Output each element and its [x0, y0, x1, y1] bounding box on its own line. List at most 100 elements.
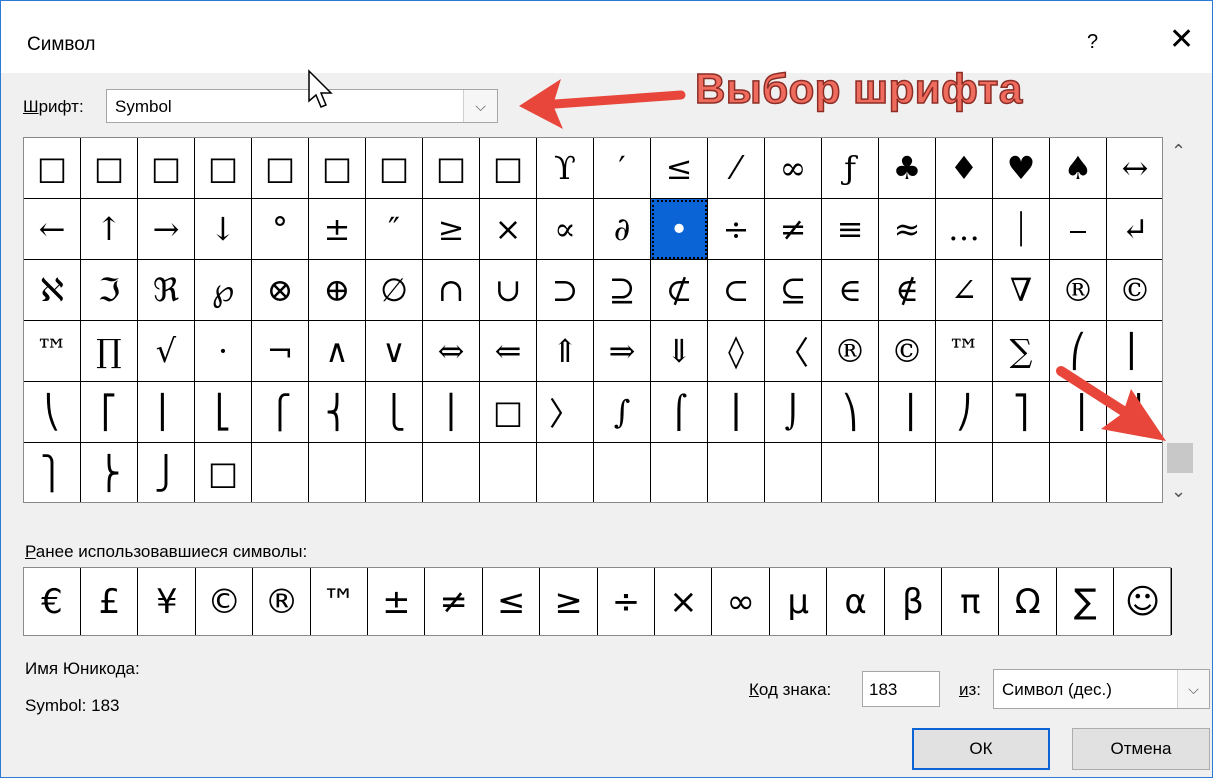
symbol-cell[interactable]: ♥ — [993, 138, 1050, 199]
symbol-cell[interactable]: © — [879, 321, 936, 382]
from-select[interactable]: Символ (дес.) ⌵ — [993, 669, 1210, 709]
recent-symbol-cell[interactable]: ≥ — [541, 568, 598, 635]
symbol-cell[interactable]: □ — [480, 382, 537, 443]
symbol-cell[interactable]: ∂ — [594, 199, 651, 260]
symbol-cell[interactable]: ⌠ — [651, 382, 708, 443]
symbol-cell[interactable] — [879, 443, 936, 502]
symbol-cell[interactable] — [309, 443, 366, 502]
symbol-cell[interactable]: ™ — [936, 321, 993, 382]
symbol-cell[interactable]: ⎣ — [195, 382, 252, 443]
symbol-cell[interactable]: ∇ — [993, 260, 1050, 321]
symbol-cell[interactable]: □ — [81, 138, 138, 199]
recent-symbol-cell[interactable]: µ — [770, 568, 828, 635]
symbol-cell[interactable]: ← — [24, 199, 81, 260]
recent-symbol-cell[interactable]: Ω — [1000, 568, 1057, 635]
symbol-cell[interactable]: ∝ — [537, 199, 594, 260]
symbol-cell[interactable]: ⊇ — [594, 260, 651, 321]
symbol-cell[interactable]: → — [138, 199, 195, 260]
symbol-cell[interactable] — [651, 443, 708, 502]
symbol-cell[interactable]: ƒ — [822, 138, 879, 199]
font-select[interactable]: Symbol ⌵ — [106, 89, 498, 123]
recent-symbol-cell[interactable]: ∑ — [1057, 568, 1115, 635]
symbol-cell[interactable]: ⎩ — [366, 382, 423, 443]
symbol-cell[interactable]: ′ — [594, 138, 651, 199]
symbol-cell[interactable] — [936, 443, 993, 502]
char-code-input[interactable]: 183 — [862, 671, 940, 707]
scrollbar-thumb[interactable] — [1167, 443, 1193, 473]
recent-symbol-cell[interactable]: € — [24, 568, 81, 635]
symbol-cell[interactable] — [993, 443, 1050, 502]
symbol-cell[interactable]: ∈ — [822, 260, 879, 321]
symbol-cell[interactable]: ⎮ — [708, 382, 765, 443]
symbol-cell[interactable]: ≈ — [879, 199, 936, 260]
symbol-cell[interactable]: ″ — [366, 199, 423, 260]
symbol-cell[interactable]: ⎭ — [138, 443, 195, 502]
symbol-cell[interactable]: ™ — [24, 321, 81, 382]
symbol-cell[interactable] — [1050, 443, 1107, 502]
symbol-cell[interactable]: ≥ — [423, 199, 480, 260]
symbol-cell[interactable]: ℑ — [81, 260, 138, 321]
recent-symbol-cell[interactable]: ¥ — [139, 568, 196, 635]
symbol-cell[interactable]: ¬ — [252, 321, 309, 382]
symbol-cell[interactable]: ℘ — [195, 260, 252, 321]
symbol-cell[interactable]: ≤ — [651, 138, 708, 199]
symbol-cell[interactable]: ⎪ — [423, 382, 480, 443]
symbol-cell[interactable]: ⇑ — [537, 321, 594, 382]
symbol-cell[interactable]: ⎜ — [1107, 321, 1162, 382]
symbol-cell[interactable]: ⎧ — [252, 382, 309, 443]
symbol-cell[interactable] — [594, 443, 651, 502]
symbol-cell[interactable] — [765, 443, 822, 502]
symbol-cell[interactable]: □ — [195, 443, 252, 502]
help-button[interactable]: ? — [1087, 31, 1098, 54]
symbol-cell[interactable]: ⊄ — [651, 260, 708, 321]
symbol-cell[interactable]: ∩ — [423, 260, 480, 321]
symbol-cell[interactable]: ℜ — [138, 260, 195, 321]
symbol-cell[interactable]: ⇒ — [594, 321, 651, 382]
symbol-cell[interactable]: × — [480, 199, 537, 260]
symbol-cell[interactable] — [822, 443, 879, 502]
scroll-down-icon[interactable]: ⌄ — [1171, 481, 1186, 502]
cancel-button[interactable]: Отмена — [1072, 728, 1210, 770]
symbol-cell[interactable]: ↵ — [1107, 199, 1162, 260]
symbol-cell[interactable]: ⊃ — [537, 260, 594, 321]
recent-symbol-cell[interactable]: ® — [254, 568, 311, 635]
symbol-cell[interactable]: ≠ — [765, 199, 822, 260]
symbol-cell[interactable]: ± — [309, 199, 366, 260]
symbol-cell[interactable]: ⊂ — [708, 260, 765, 321]
symbol-cell[interactable]: 〈 — [765, 321, 822, 382]
recent-symbol-cell[interactable]: © — [196, 568, 254, 635]
symbol-cell[interactable]: □ — [24, 138, 81, 199]
symbol-cell[interactable]: ∫ — [594, 382, 651, 443]
symbol-cell[interactable] — [1107, 443, 1162, 502]
symbol-cell[interactable]: 〉 — [537, 382, 594, 443]
symbol-cell[interactable]: ∞ — [765, 138, 822, 199]
symbol-cell[interactable]: ∅ — [366, 260, 423, 321]
symbol-cell[interactable]: ϒ — [537, 138, 594, 199]
symbol-cell[interactable] — [366, 443, 423, 502]
symbol-cell[interactable]: ⇔ — [423, 321, 480, 382]
symbol-cell[interactable]: ⎡ — [81, 382, 138, 443]
symbol-cell[interactable]: ⎥ — [1050, 382, 1107, 443]
symbol-cell[interactable]: □ — [423, 138, 480, 199]
symbol-cell[interactable]: ⎨ — [309, 382, 366, 443]
symbol-cell[interactable]: ∉ — [879, 260, 936, 321]
symbol-cell[interactable]: ⊕ — [309, 260, 366, 321]
symbol-cell[interactable] — [537, 443, 594, 502]
recent-symbol-cell[interactable]: ≠ — [426, 568, 483, 635]
symbol-cell[interactable]: ⏐ — [993, 199, 1050, 260]
recent-symbol-cell[interactable]: β — [885, 568, 942, 635]
symbol-cell[interactable]: □ — [195, 138, 252, 199]
symbol-cell[interactable]: ⇓ — [651, 321, 708, 382]
symbol-cell[interactable] — [480, 443, 537, 502]
symbol-cell[interactable]: ◊ — [708, 321, 765, 382]
symbol-cell[interactable]: ⎫ — [24, 443, 81, 502]
symbol-cell[interactable]: ⎝ — [24, 382, 81, 443]
recent-symbol-cell[interactable]: π — [942, 568, 1000, 635]
symbol-cell[interactable]: ÷ — [708, 199, 765, 260]
symbol-cell[interactable]: … — [936, 199, 993, 260]
symbol-cell[interactable]: ∨ — [366, 321, 423, 382]
symbol-cell[interactable]: ⇐ — [480, 321, 537, 382]
symbol-cell[interactable]: ° — [252, 199, 309, 260]
symbol-cell[interactable]: ⊗ — [252, 260, 309, 321]
symbol-cell[interactable]: □ — [366, 138, 423, 199]
